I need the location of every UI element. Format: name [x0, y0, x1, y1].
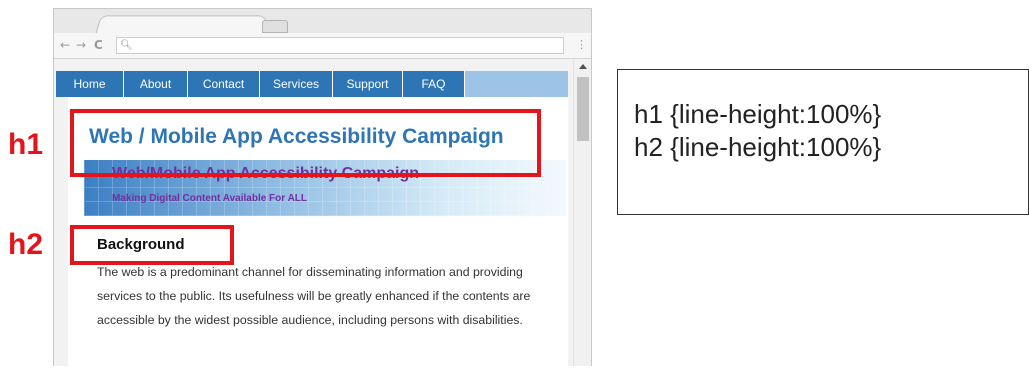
browser-toolbar: ← → C 🔍︎ ⋮	[54, 33, 591, 59]
nav-item-faq[interactable]: FAQ	[403, 71, 465, 97]
new-tab-button[interactable]	[262, 20, 288, 33]
scroll-thumb[interactable]	[577, 77, 589, 141]
search-icon: 🔍︎	[120, 40, 133, 51]
scroll-up-icon[interactable]	[579, 64, 587, 69]
nav-extension	[465, 71, 568, 97]
reload-icon[interactable]: C	[94, 37, 103, 53]
h2-annotation-label: h2	[8, 228, 44, 261]
h1-highlight-box	[70, 109, 541, 177]
site-nav: Home About Contact Services Support FAQ	[56, 71, 465, 97]
forward-icon[interactable]: →	[76, 37, 86, 53]
css-rules-box: h1 {line-height:100%} h2 {line-height:10…	[617, 69, 1029, 215]
nav-item-home[interactable]: Home	[56, 71, 124, 97]
h1-annotation-label: h1	[8, 128, 44, 161]
menu-icon[interactable]: ⋮	[576, 37, 587, 53]
h2-highlight-box	[70, 225, 234, 265]
css-rule-h2: h2 {line-height:100%}	[634, 132, 882, 162]
tab-strip	[54, 9, 591, 36]
nav-item-about[interactable]: About	[124, 71, 188, 97]
nav-item-services[interactable]: Services	[260, 71, 333, 97]
page-viewport: Home About Contact Services Support FAQ Web /…	[54, 60, 573, 366]
vertical-scrollbar[interactable]	[573, 60, 591, 366]
body-paragraph: The web is a predominant channel for dis…	[97, 265, 531, 327]
nav-item-contact[interactable]: Contact	[188, 71, 260, 97]
banner-subtitle: Making Digital Content Available For ALL	[112, 193, 308, 204]
address-bar[interactable]: 🔍︎	[116, 37, 564, 54]
back-icon[interactable]: ←	[60, 37, 70, 53]
css-rule-h1: h1 {line-height:100%}	[634, 99, 882, 129]
browser-window: ← → C 🔍︎ ⋮ Home About Contact Services Suppo…	[53, 8, 592, 366]
nav-item-support[interactable]: Support	[333, 71, 403, 97]
